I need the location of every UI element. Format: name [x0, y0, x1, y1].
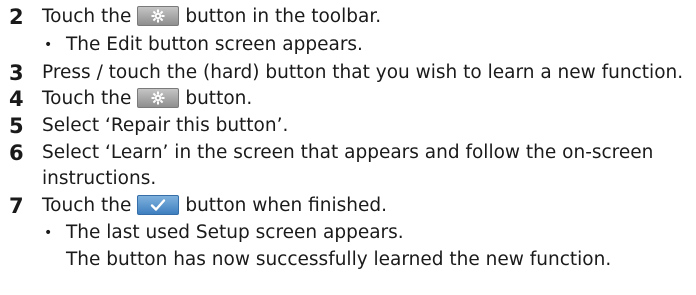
step-text-after: button. — [185, 88, 253, 109]
step-text-after: button when finished. — [185, 195, 387, 216]
step-text: Select ‘Repair this button’. — [42, 115, 289, 136]
step-number: 4 — [9, 87, 24, 111]
step-text: Press / touch the (hard) button that you… — [42, 62, 684, 83]
gear-button-icon — [137, 5, 180, 26]
step-text-continued: instructions. — [42, 168, 157, 189]
step-text: Touch the button in the toolbar. — [42, 4, 381, 30]
bullet: • — [44, 225, 53, 241]
step-text: Touch the button when finished. — [42, 193, 387, 219]
check-button-icon — [137, 194, 180, 215]
result-text: The Edit button screen appears. — [66, 34, 363, 55]
result-text: The last used Setup screen appears. — [66, 222, 404, 243]
step-number: 6 — [9, 141, 24, 165]
instruction-page: 2 Touch the button in the toolbar. • The … — [0, 0, 696, 295]
step-text: Select ‘Learn’ in the screen that appear… — [42, 142, 654, 163]
gear-button-icon — [137, 87, 180, 108]
step-number: 7 — [9, 194, 24, 218]
check-icon — [151, 198, 166, 211]
bullet: • — [44, 37, 53, 53]
result-text-continued: The button has now successfully learned … — [66, 249, 612, 270]
step-number: 5 — [9, 114, 24, 138]
step-text-before: Touch the — [42, 195, 132, 216]
gear-icon — [151, 91, 165, 104]
step-text: Touch the button. — [42, 86, 252, 112]
step-text-before: Touch the — [42, 6, 132, 27]
step-number: 2 — [9, 5, 24, 29]
step-text-before: Touch the — [42, 88, 132, 109]
step-number: 3 — [9, 61, 24, 85]
step-text-after: button in the toolbar. — [185, 6, 382, 27]
gear-icon — [151, 9, 165, 22]
